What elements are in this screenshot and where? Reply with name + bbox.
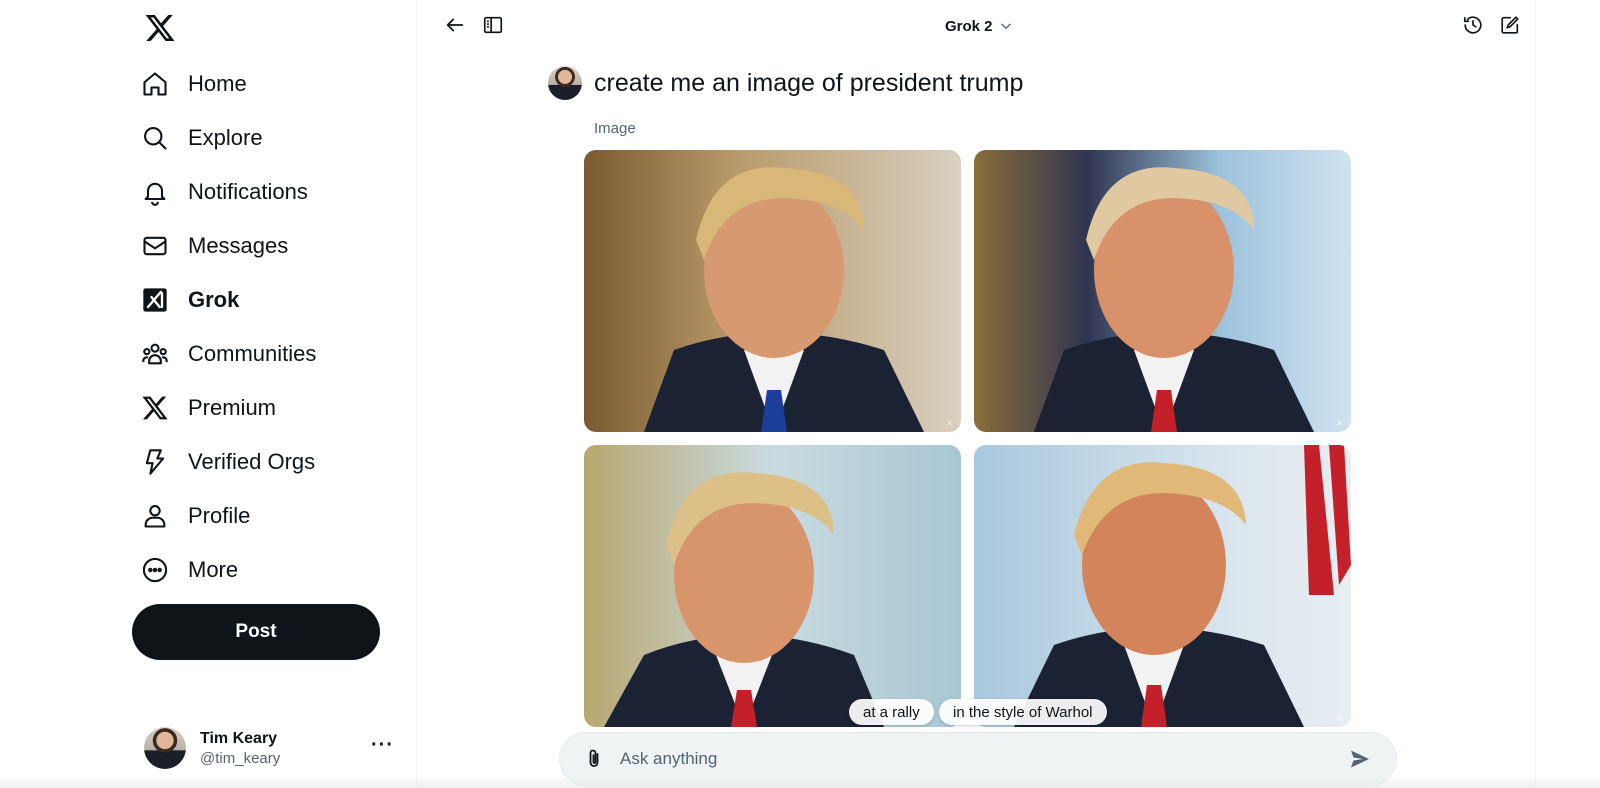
result-type-label: Image [594, 120, 636, 137]
nav-label-profile: Profile [188, 503, 251, 528]
more-circle-icon [140, 555, 170, 585]
nav-label-messages: Messages [188, 233, 289, 258]
suggestion-chip-rally[interactable]: at a rally [849, 699, 934, 725]
new-chat-icon[interactable] [1499, 14, 1523, 38]
person-icon [140, 501, 170, 531]
nav-item-communities[interactable]: Communities [140, 330, 316, 378]
home-icon [140, 69, 170, 99]
more-options-icon[interactable]: ··· [371, 734, 394, 757]
suggestion-chip-warhol[interactable]: in the style of Warhol [939, 699, 1107, 725]
nav-label-notifications: Notifications [188, 179, 308, 204]
account-switcher[interactable]: Tim Keary @tim_keary ··· [144, 726, 394, 770]
paperclip-icon[interactable] [582, 747, 606, 771]
x-logo-icon[interactable] [144, 12, 176, 44]
bell-icon [140, 177, 170, 207]
watermark: ✕ [1336, 714, 1343, 723]
lightning-icon [140, 447, 170, 477]
model-label: Grok 2 [945, 17, 993, 35]
account-name: Tim Keary [200, 729, 278, 747]
user-message: create me an image of president trump [548, 66, 1023, 100]
nav-item-premium[interactable]: Premium [140, 384, 276, 432]
composer [560, 733, 1396, 785]
nav-item-home[interactable]: Home [140, 60, 247, 108]
account-handle: @tim_keary [200, 749, 281, 767]
communities-icon [140, 339, 170, 369]
model-selector[interactable]: Grok 2 [945, 14, 1013, 38]
nav-label-grok: Grok [188, 287, 240, 312]
avatar [144, 727, 186, 769]
nav-label-communities: Communities [188, 341, 317, 366]
nav-label-home: Home [188, 71, 247, 96]
nav-label-premium: Premium [188, 395, 277, 420]
ask-input[interactable] [620, 749, 1348, 769]
user-prompt-text: create me an image of president trump [594, 68, 1024, 97]
nav-item-more[interactable]: More [140, 546, 238, 594]
nav-label-more: More [188, 557, 239, 582]
nav-item-messages[interactable]: Messages [140, 222, 288, 270]
generated-image-2[interactable]: ✕ [974, 150, 1351, 432]
user-avatar [548, 66, 582, 100]
sidebar-toggle-icon[interactable] [482, 14, 506, 38]
x-premium-icon [140, 393, 170, 423]
watermark: ✕ [1336, 419, 1343, 428]
generated-image-4[interactable]: ✕ [974, 445, 1351, 727]
left-sidebar: Home Explore Notifications Messages Grok [0, 0, 417, 788]
send-icon[interactable] [1348, 747, 1372, 771]
search-icon [140, 123, 170, 153]
generated-image-3[interactable] [584, 445, 961, 727]
nav-item-notifications[interactable]: Notifications [140, 168, 308, 216]
nav-item-explore[interactable]: Explore [140, 114, 263, 162]
nav-item-grok[interactable]: Grok [140, 276, 239, 324]
back-arrow-icon[interactable] [444, 14, 468, 38]
nav-label-verified-orgs: Verified Orgs [188, 449, 316, 474]
generated-image-1[interactable]: ✕ [584, 150, 961, 432]
nav-item-verified-orgs[interactable]: Verified Orgs [140, 438, 315, 486]
nav-label-explore: Explore [188, 125, 263, 150]
chevron-down-icon [1000, 23, 1011, 30]
watermark: ✕ [946, 419, 953, 428]
post-button[interactable]: Post [132, 604, 380, 660]
history-icon[interactable] [1462, 14, 1486, 38]
nav-item-profile[interactable]: Profile [140, 492, 250, 540]
envelope-icon [140, 231, 170, 261]
grok-main-panel: Grok 2 create me an image of president t… [418, 0, 1536, 788]
grok-icon [140, 285, 170, 315]
